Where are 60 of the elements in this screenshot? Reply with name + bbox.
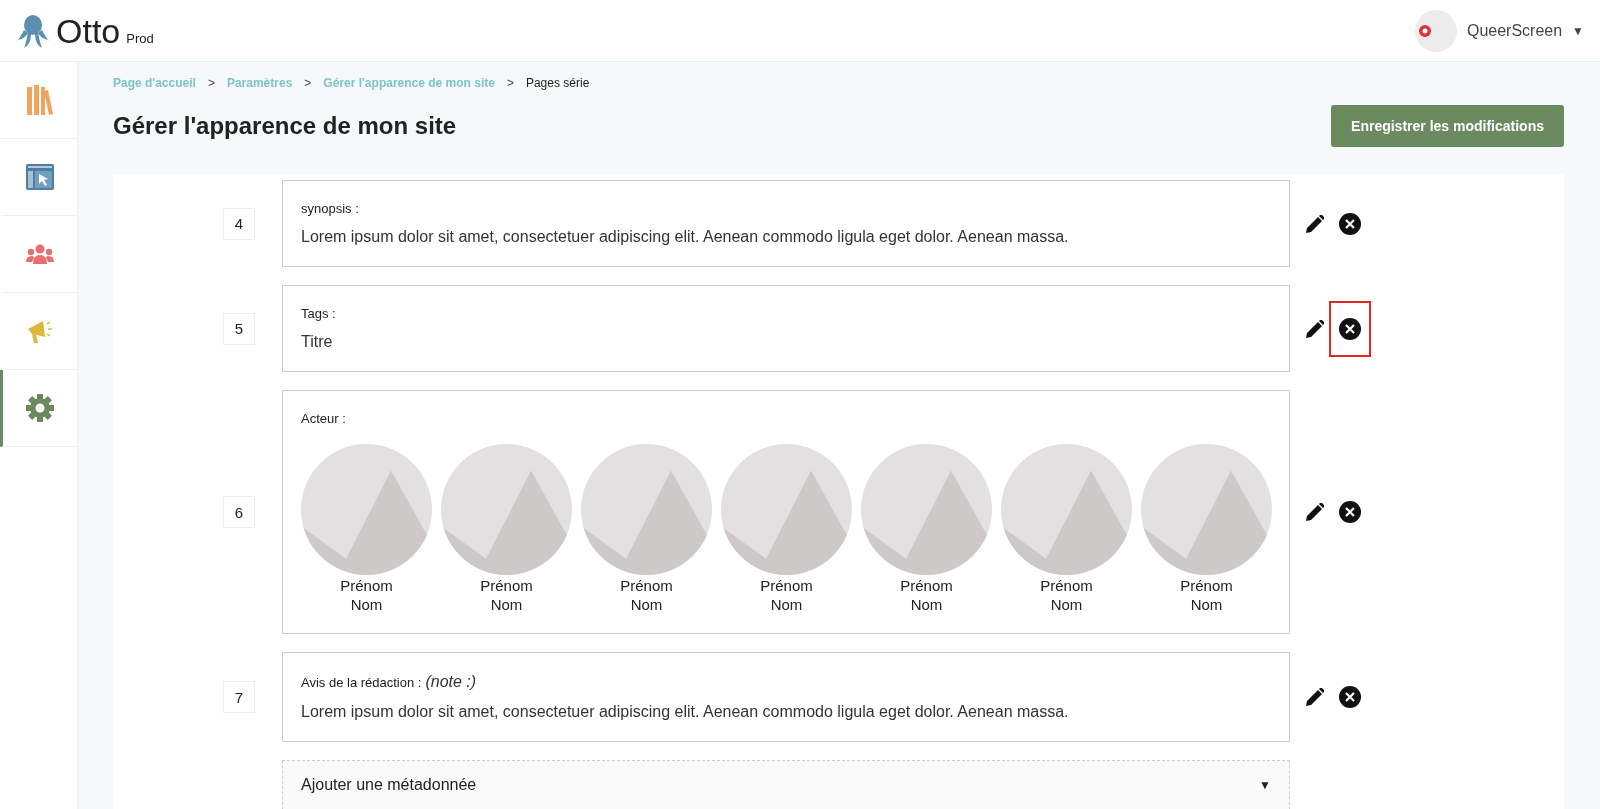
caret-icon[interactable]: ▼ xyxy=(1572,23,1584,38)
first-name: Prénom xyxy=(760,577,813,594)
order-number: 6 xyxy=(223,496,255,528)
close-icon xyxy=(1339,686,1361,708)
breadcrumb-separator: > xyxy=(506,76,514,90)
delete-button[interactable] xyxy=(1336,683,1364,711)
breadcrumb-current: Pages série xyxy=(525,76,590,90)
megaphone-icon xyxy=(26,318,54,344)
first-name: Prénom xyxy=(900,577,953,594)
field-value: Lorem ipsum dolor sit amet, consectetuer adipiscing elit. Aenean commodo ligula eget dolor. Aenean massa. xyxy=(301,703,1070,721)
edit-button[interactable] xyxy=(1306,503,1324,521)
field-value: Titre xyxy=(301,333,334,351)
last-name: Nom xyxy=(910,596,943,613)
edit-button[interactable] xyxy=(1306,214,1324,233)
first-name: Prénom xyxy=(1180,577,1233,594)
close-icon xyxy=(1339,501,1361,523)
first-name: Prénom xyxy=(480,577,533,594)
books-icon xyxy=(27,85,53,115)
breadcrumb-separator: > xyxy=(304,76,312,90)
logo-subtitle: Prod xyxy=(126,30,154,48)
order-number: 5 xyxy=(223,312,255,345)
order-number: 7 xyxy=(223,681,255,713)
add-metadata-dropdown[interactable]: Ajouter une métadonnée ▼ xyxy=(282,760,1290,809)
breadcrumb-separator: > xyxy=(207,76,215,90)
sidebar-item[interactable] xyxy=(0,370,77,447)
last-name: Nom xyxy=(490,596,523,613)
last-name: Nom xyxy=(770,596,803,613)
delete-button[interactable] xyxy=(1331,302,1369,355)
window-cursor-icon xyxy=(26,164,54,190)
pencil-icon xyxy=(1306,688,1324,706)
settings-icon xyxy=(26,394,54,422)
account-name[interactable]: QueerScreen xyxy=(1466,21,1563,40)
last-name: Nom xyxy=(630,596,663,613)
field-hint: (note :) xyxy=(425,673,477,691)
logo-mark-icon xyxy=(1418,24,1431,37)
delete-button[interactable] xyxy=(1336,498,1364,526)
pencil-icon xyxy=(1306,319,1324,338)
field-label: Tags : xyxy=(301,306,336,321)
close-icon xyxy=(1339,317,1361,340)
field-label: synopsis : xyxy=(301,201,359,216)
pencil-icon xyxy=(1306,214,1324,233)
close-icon xyxy=(1339,212,1361,235)
octopus-logo-icon xyxy=(16,13,50,48)
last-name: Nom xyxy=(1190,596,1223,613)
logo-text: Otto xyxy=(56,13,121,48)
field-label: Avis de la rédaction : xyxy=(301,675,422,690)
order-number: 4 xyxy=(223,207,255,240)
first-name: Prénom xyxy=(340,577,393,594)
first-name: Prénom xyxy=(1040,577,1093,594)
pencil-icon xyxy=(1306,503,1324,521)
last-name: Nom xyxy=(350,596,383,613)
field-label: Acteur : xyxy=(301,411,346,426)
first-name: Prénom xyxy=(620,577,673,594)
edit-button[interactable] xyxy=(1306,319,1324,338)
edit-button[interactable] xyxy=(1306,688,1324,706)
last-name: Nom xyxy=(1050,596,1083,613)
save-button[interactable]: Enregistrer les modifications xyxy=(1331,105,1564,147)
page-title: Gérer l'apparence de mon site xyxy=(113,112,457,140)
users-icon xyxy=(26,244,54,264)
field-value: Lorem ipsum dolor sit amet, consectetuer adipiscing elit. Aenean commodo ligula eget dolor. Aenean massa. xyxy=(301,228,1070,246)
